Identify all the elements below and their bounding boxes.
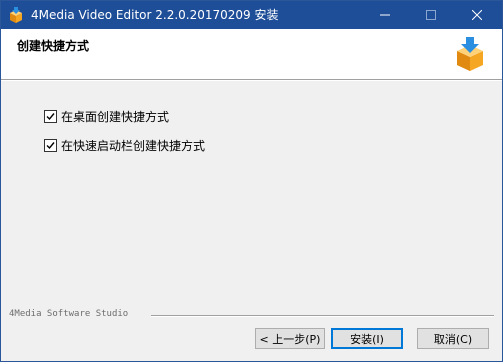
page-title: 创建快捷方式 [17, 39, 90, 53]
desktop-shortcut-label[interactable]: 在桌面创建快捷方式 [61, 108, 169, 125]
minimize-icon [380, 10, 390, 20]
title-bar[interactable]: 4Media Video Editor 2.2.0.20170209 安装 [1, 1, 502, 29]
page-header: 创建快捷方式 [1, 29, 502, 79]
quicklaunch-shortcut-checkbox[interactable] [44, 138, 57, 152]
header-separator-highlight [1, 80, 502, 81]
desktop-shortcut-option[interactable]: 在桌面创建快捷方式 [44, 108, 169, 124]
minimize-button[interactable] [362, 1, 408, 29]
back-button[interactable]: < 上一步(P) [255, 328, 325, 349]
close-button[interactable] [454, 1, 500, 29]
quicklaunch-shortcut-label[interactable]: 在快速启动栏创建快捷方式 [61, 137, 205, 154]
maximize-button[interactable] [408, 1, 454, 29]
installer-window: 4Media Video Editor 2.2.0.20170209 安装 创建… [0, 0, 503, 362]
maximize-icon [426, 10, 436, 20]
package-download-icon [453, 37, 487, 71]
brand-text: 4Media Software Studio [9, 309, 129, 319]
installer-box-icon [8, 7, 24, 23]
install-button[interactable]: 安装(I) [331, 328, 403, 349]
cancel-button[interactable]: 取消(C) [417, 328, 489, 349]
desktop-shortcut-checkbox[interactable] [44, 109, 57, 123]
quicklaunch-shortcut-option[interactable]: 在快速启动栏创建快捷方式 [44, 137, 205, 153]
window-title: 4Media Video Editor 2.2.0.20170209 安装 [31, 8, 279, 22]
footer-separator-highlight [151, 316, 494, 317]
close-icon [472, 10, 482, 20]
